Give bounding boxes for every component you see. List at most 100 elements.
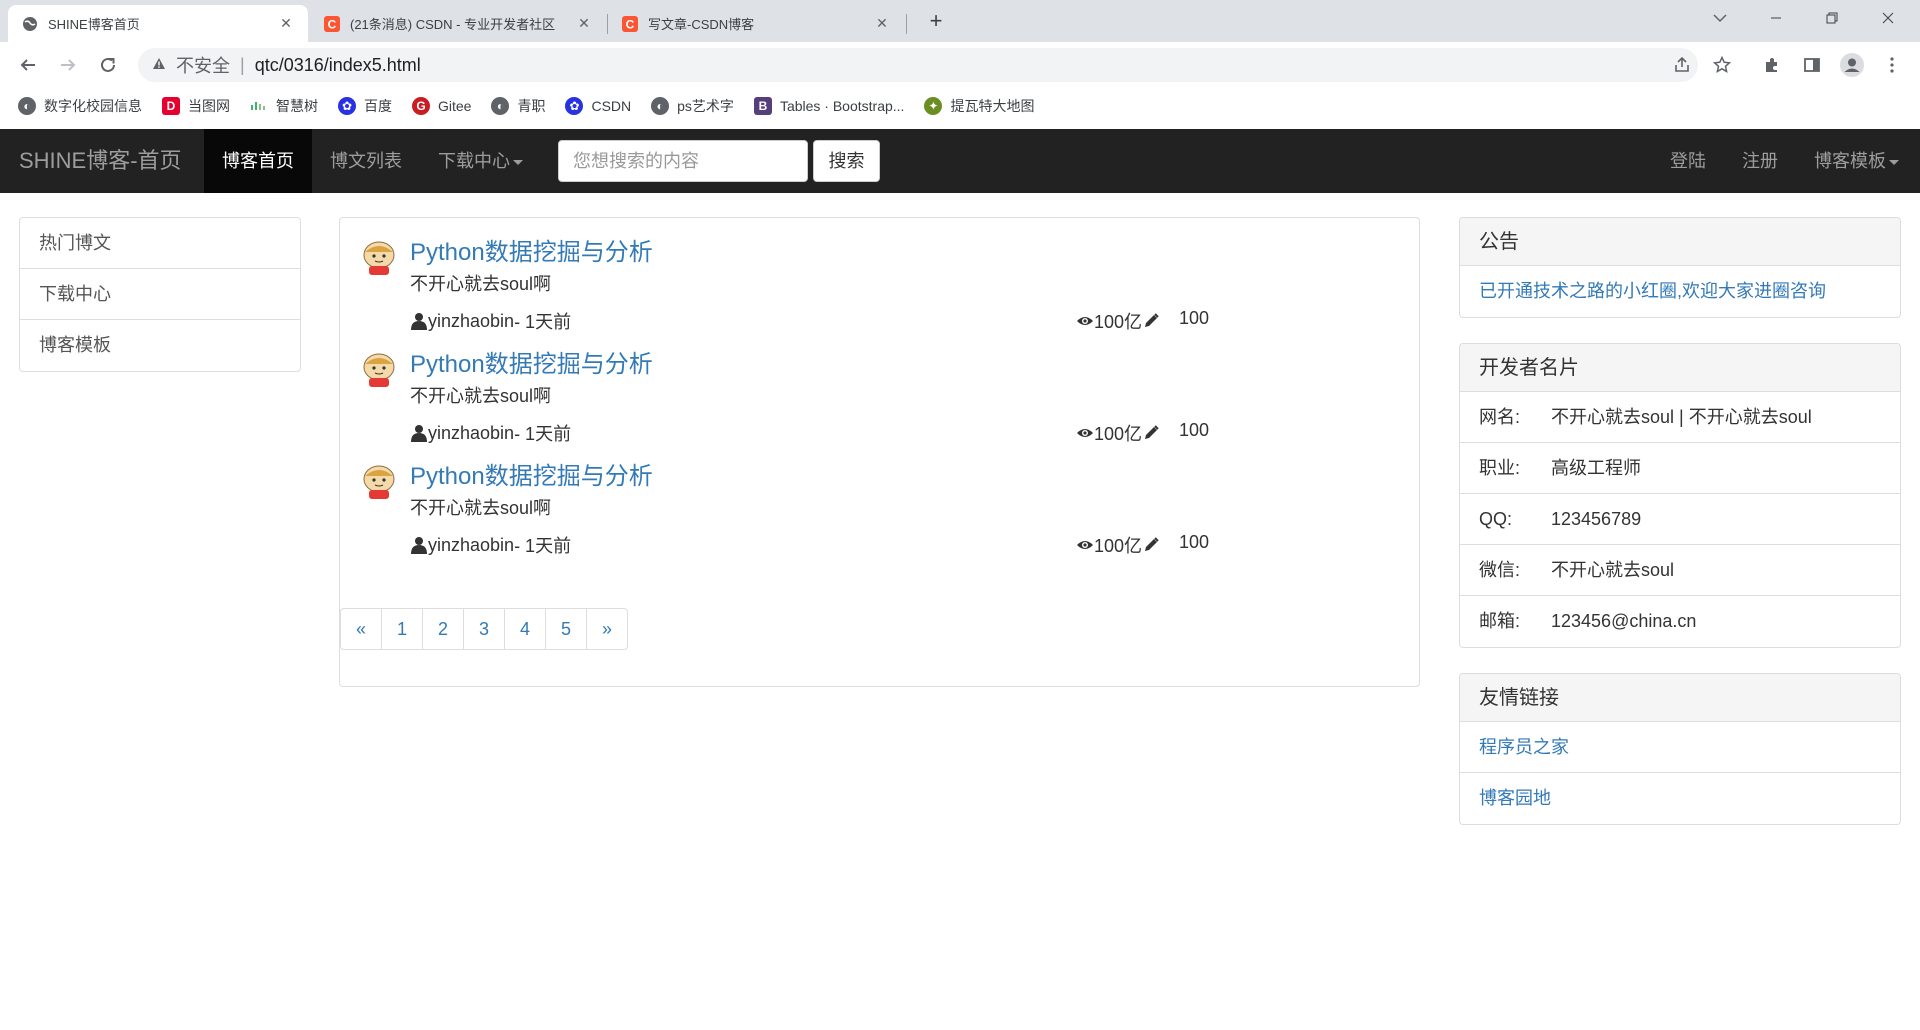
friend-link[interactable]: 博客园地 [1460, 773, 1900, 824]
nav-item-home[interactable]: 博客首页 [204, 129, 312, 193]
post-meta-edits: 100 [1179, 308, 1210, 328]
minimize-icon[interactable] [1748, 0, 1804, 36]
friend-link[interactable]: 程序员之家 [1460, 722, 1900, 773]
profile-avatar-icon[interactable] [1838, 51, 1866, 79]
bookmark-label: CSDN [591, 98, 632, 114]
address-bar[interactable]: 不安全 | qtc/0316/index5.html [138, 48, 1698, 82]
reload-icon[interactable] [94, 51, 122, 79]
back-icon[interactable] [14, 51, 42, 79]
sidebar-item-downloads[interactable]: 下载中心 [20, 269, 300, 320]
close-tab-icon[interactable]: ✕ [278, 15, 294, 32]
bookmark-label: 智慧树 [276, 98, 318, 114]
browser-toolbar: 不安全 | qtc/0316/index5.html [0, 42, 1920, 88]
nav-item-login[interactable]: 登陆 [1652, 129, 1724, 193]
browser-tab-write[interactable]: C 写文章-CSDN博客 ✕ [608, 5, 904, 42]
pagination-prev[interactable]: « [340, 608, 382, 650]
bookmark-item[interactable]: ◐ 青职 [491, 96, 545, 116]
bookmark-item[interactable]: ✿ 百度 [338, 96, 392, 116]
forward-icon[interactable] [54, 51, 82, 79]
post-summary: 不开心就去soul啊 [410, 386, 552, 406]
sidebar-item-templates[interactable]: 博客模板 [20, 320, 300, 371]
pagination-page[interactable]: 5 [545, 608, 587, 650]
pencil-icon [1142, 424, 1160, 442]
post-title[interactable]: Python数据挖掘与分析 [410, 456, 653, 491]
browser-tab-csdn[interactable]: C (21条消息) CSDN - 专业开发者社区 ✕ [310, 5, 606, 42]
tab-title: (21条消息) CSDN - 专业开发者社区 [350, 17, 556, 32]
pagination-page[interactable]: 1 [381, 608, 423, 650]
nav-item-templates[interactable]: 博客模板 [1796, 129, 1917, 193]
post-author[interactable]: yinzhaobin [428, 423, 514, 444]
announcement-link[interactable]: 已开通技术之路的小红圈,欢迎大家进圈咨询 [1460, 266, 1900, 317]
extensions-icon[interactable] [1758, 51, 1786, 79]
url-text[interactable]: qtc/0316/index5.html [255, 55, 421, 76]
pagination-page[interactable]: 4 [504, 608, 546, 650]
tab-search-icon[interactable] [1692, 0, 1748, 36]
bookmark-item[interactable]: B Tables · Bootstrap... [753, 97, 904, 115]
site-brand[interactable]: SHINE博客-首页 [19, 129, 182, 193]
pencil-icon [1142, 312, 1160, 330]
nav-item-label: 下载中心 [438, 151, 510, 171]
pagination-page[interactable]: 3 [463, 608, 505, 650]
close-tab-icon[interactable]: ✕ [576, 15, 592, 32]
author-avatar[interactable] [360, 462, 398, 500]
developer-row-job: 职业: 高级工程师 [1460, 443, 1900, 494]
bookmark-label: 百度 [364, 98, 392, 114]
bookmark-item[interactable]: 智慧树 [250, 96, 318, 116]
announcement-panel: 公告 已开通技术之路的小红圈,欢迎大家进圈咨询 [1459, 217, 1901, 318]
post-title[interactable]: Python数据挖掘与分析 [410, 344, 653, 379]
nav-item-register[interactable]: 注册 [1724, 129, 1796, 193]
csdn-icon: C [622, 15, 638, 32]
globe-icon: ◐ [18, 97, 36, 115]
warning-icon[interactable] [152, 57, 166, 73]
close-tab-icon[interactable]: ✕ [874, 15, 890, 32]
post-author[interactable]: yinzhaobin [428, 311, 514, 332]
nav-item-downloads[interactable]: 下载中心 [420, 129, 541, 193]
post-title[interactable]: Python数据挖掘与分析 [410, 232, 653, 267]
bookmark-label: 青职 [517, 98, 546, 114]
menu-kebab-icon[interactable] [1878, 51, 1906, 79]
bookmark-item[interactable]: ◐ ps艺术字 [651, 96, 734, 116]
developer-card-panel: 开发者名片 网名: 不开心就去soul | 不开心就去soul 职业: 高级工程师 … [1459, 343, 1901, 648]
site-navbar: SHINE博客-首页 博客首页 博文列表 下载中心 您想搜索的内容 搜索 登陆 … [0, 129, 1920, 193]
bookmark-label: ps艺术字 [677, 98, 734, 114]
field-label: 微信: [1479, 560, 1521, 580]
bookmark-item[interactable]: D 当图网 [162, 96, 230, 116]
post-meta-edits: 100 [1179, 420, 1210, 440]
bookmark-item[interactable]: ✿ CSDN [565, 97, 631, 115]
developer-row-wechat: 微信: 不开心就去soul [1460, 545, 1900, 596]
bookmark-star-icon[interactable] [1708, 51, 1736, 79]
bookmark-item[interactable]: ◐ 数字化校园信息 [18, 96, 142, 116]
author-avatar[interactable] [360, 350, 398, 388]
close-window-icon[interactable] [1860, 0, 1916, 36]
search-input[interactable]: 您想搜索的内容 [558, 140, 808, 182]
nav-item-posts[interactable]: 博文列表 [312, 129, 420, 193]
pagination-next[interactable]: » [586, 608, 628, 650]
bookmark-item[interactable]: ✦ 提瓦特大地图 [924, 96, 1034, 116]
browser-tab-shine[interactable]: SHINE博客首页 ✕ [8, 5, 308, 42]
side-panel-icon[interactable] [1798, 51, 1826, 79]
sidebar-item-hot-posts[interactable]: 热门博文 [20, 218, 300, 269]
restore-icon[interactable] [1804, 0, 1860, 36]
post-time: - 1天前 [514, 536, 572, 556]
genshin-icon: ✦ [924, 97, 943, 115]
panel-heading: 开发者名片 [1460, 344, 1900, 392]
pagination-page[interactable]: 2 [422, 608, 464, 650]
td-icon: D [162, 97, 180, 115]
web-page: SHINE博客-首页 博客首页 博文列表 下载中心 您想搜索的内容 搜索 登陆 … [0, 129, 1920, 1030]
post-views: 100亿 [1094, 536, 1143, 556]
bookmark-item[interactable]: G Gitee [412, 97, 471, 115]
bookmark-label: 数字化校园信息 [44, 98, 142, 114]
field-value: 高级工程师 [1551, 458, 1641, 478]
developer-row-email: 邮箱: 123456@china.cn [1460, 596, 1900, 647]
developer-row-qq: QQ: 123456789 [1460, 494, 1900, 545]
share-icon[interactable] [1668, 51, 1696, 79]
search-button[interactable]: 搜索 [813, 140, 880, 182]
author-avatar[interactable] [360, 238, 398, 276]
browser-tabstrip: SHINE博客首页 ✕ C (21条消息) CSDN - 专业开发者社区 ✕ C… [0, 0, 1920, 42]
new-tab-button[interactable]: + [922, 8, 950, 36]
post-author[interactable]: yinzhaobin [428, 535, 514, 556]
friend-links-panel: 友情链接 程序员之家 博客园地 [1459, 673, 1901, 825]
csdn-icon: C [324, 15, 340, 32]
post-meta-views: 100亿 [1076, 532, 1160, 558]
insecure-label: 不安全 [176, 56, 230, 76]
